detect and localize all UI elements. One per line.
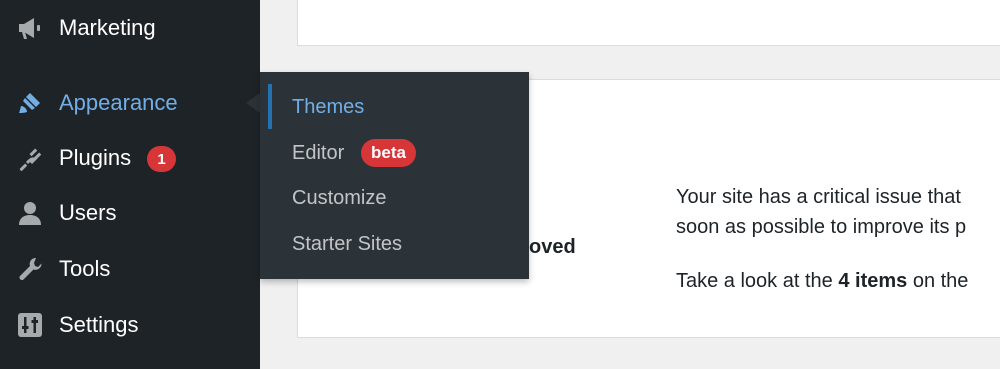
editor-beta-badge: beta [361,139,416,167]
megaphone-icon [16,14,44,42]
menu-label: Tools [59,256,111,281]
menu-label: Users [59,200,117,225]
appearance-submenu: Themes Editor Customize Starter Sites [260,72,529,279]
site-health-text-line2: soon as possible to improve its p [676,216,967,238]
menu-item-users[interactable]: Users [0,191,260,235]
submenu-pointer [246,93,260,113]
dashboard-card-top [297,0,1000,46]
paintbrush-icon [16,89,44,117]
user-icon [16,199,44,227]
menu-label: Settings [59,312,139,337]
menu-label: Plugins [59,145,132,170]
submenu-label: Editor [292,141,345,164]
submenu-label: Starter Sites [292,232,403,255]
menu-item-plugins[interactable]: Plugins 1 [0,136,260,180]
menu-label: Marketing [59,15,156,40]
menu-item-marketing[interactable]: Marketing [0,6,260,50]
plugins-update-badge: 1 [147,146,176,172]
menu-item-appearance[interactable]: Appearance [0,81,260,125]
wrench-icon [16,255,44,283]
plug-icon [16,144,44,172]
settings-icon [16,311,44,339]
active-indicator [268,84,272,129]
menu-item-settings[interactable]: Settings [0,303,260,347]
site-health-items-link[interactable]: 4 items [838,270,907,292]
submenu-label: Customize [292,186,387,209]
submenu-item-themes[interactable]: Themes [260,87,529,127]
admin-sidebar: Marketing Appearance Plugins 1 Users Too… [0,0,260,369]
site-health-status-heading: oved [529,236,576,258]
site-health-text-line1: Your site has a critical issue that [676,186,961,208]
submenu-item-customize[interactable]: Customize [260,178,529,218]
submenu-label: Themes [292,95,365,118]
site-health-text-line3: Take a look at the 4 items on the [676,270,969,292]
menu-label: Appearance [59,90,178,115]
menu-item-tools[interactable]: Tools [0,247,260,291]
submenu-item-starter-sites[interactable]: Starter Sites [260,224,529,264]
